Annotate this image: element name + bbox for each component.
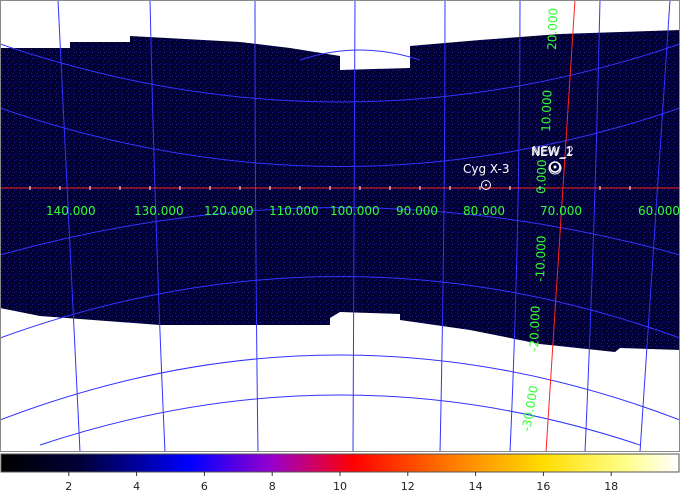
colorbar-tick-label: 8 (269, 480, 276, 493)
source-dot-icon (553, 165, 557, 169)
colorbar-gradient (0, 453, 680, 473)
colorbar-tick-label: 16 (536, 480, 550, 493)
source-dot-icon (485, 184, 487, 186)
lon-label: 100.000 (330, 204, 380, 218)
source-label: NEW_2 (532, 144, 574, 158)
source-label: Cyg X-3 (463, 162, 510, 176)
exposure-mosaic (0, 30, 680, 352)
lon-label: 90.000 (396, 204, 438, 218)
lon-label: 140.000 (46, 204, 96, 218)
colorbar-tick-label: 18 (604, 480, 618, 493)
lon-label: 120.000 (204, 204, 254, 218)
lon-label: 70.000 (540, 204, 582, 218)
colorbar-tick-label: 10 (333, 480, 347, 493)
lon-label: 60.000 (638, 204, 680, 218)
sky-map-view[interactable]: 140.000 130.000 120.000 110.000 100.000 … (0, 0, 680, 452)
colorbar-tick-label: 14 (469, 480, 483, 493)
lat-label: -20.000 (527, 305, 543, 352)
colorbar-tick-label: 2 (65, 480, 72, 493)
lon-label: 110.000 (269, 204, 319, 218)
colorbar-tick-label: 12 (401, 480, 415, 493)
lon-label: 80.000 (463, 204, 505, 218)
lat-label: -10.000 (533, 235, 549, 282)
lat-label: 0.000 (534, 159, 549, 194)
colorbar-tick-label: 6 (201, 480, 208, 493)
lon-label: 130.000 (134, 204, 184, 218)
lat-label: 20.000 (545, 8, 560, 50)
lat-label: 10.000 (539, 90, 554, 132)
colorbar-tick-label: 4 (133, 480, 140, 493)
colorbar: 2 4 6 8 10 12 14 16 18 (0, 452, 680, 499)
